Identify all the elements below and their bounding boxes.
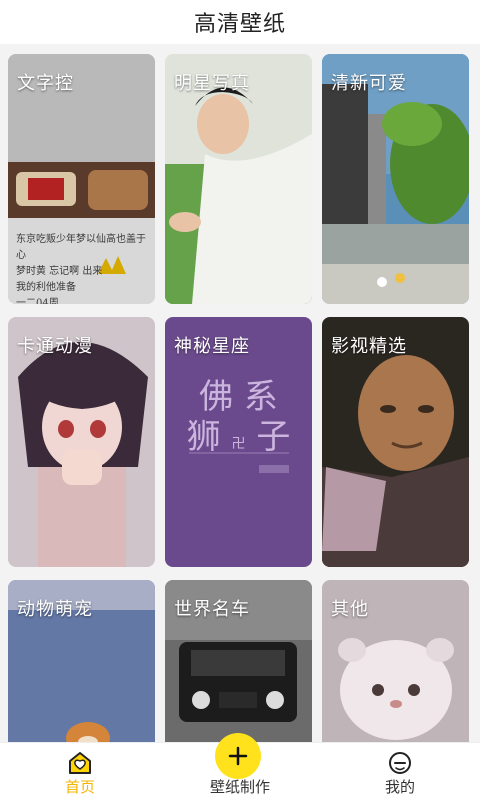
category-card-pets[interactable]: 动物萌宠: [8, 580, 155, 742]
category-card-cartoon-anime[interactable]: 卡通动漫: [8, 317, 155, 567]
tab-mine[interactable]: 我的: [320, 743, 480, 800]
category-card-other[interactable]: 其他: [322, 580, 469, 742]
category-card-film[interactable]: 影视精选: [322, 317, 469, 567]
tab-home[interactable]: 首页: [0, 743, 160, 800]
category-card-text[interactable]: 文字控 东京吃贩少年梦以仙高也盖于心 梦时黄 忘记啊 出来 我的利他准备 一二0…: [8, 54, 155, 304]
title-bar: 高清壁纸: [0, 0, 480, 44]
script-line: 东京吃贩少年梦以仙高也盖于心: [16, 234, 146, 261]
category-label: 清新可爱: [331, 73, 407, 94]
zodiac-char: 佛: [199, 377, 234, 417]
tab-home-label: 首页: [64, 778, 95, 796]
page-title: 高清壁纸: [193, 12, 286, 37]
tab-make-wallpaper[interactable]: 壁纸制作: [160, 733, 320, 800]
category-label: 动物萌宠: [17, 599, 93, 620]
category-label: 影视精选: [331, 336, 407, 357]
face-icon: [389, 752, 411, 774]
tab-make-label: 壁纸制作: [209, 778, 270, 796]
zodiac-char: 系: [243, 377, 278, 417]
category-label: 文字控: [17, 73, 74, 94]
category-card-zodiac[interactable]: 神秘星座 佛 系 狮 卍 子: [165, 317, 312, 567]
zodiac-char: 狮: [186, 417, 221, 457]
category-label: 世界名车: [174, 599, 250, 620]
bottom-tab-bar: 首页 壁纸制作 我的: [0, 733, 480, 800]
script-line: 我的利他准备: [16, 282, 76, 293]
calligraphy-text: 东京吃贩少年梦以仙高也盖于心 梦时黄 忘记啊 出来 我的利他准备 一二04周: [16, 232, 146, 304]
make-wallpaper-button[interactable]: [215, 733, 261, 779]
category-label: 明星写真: [174, 73, 250, 94]
home-heart-icon: [69, 752, 91, 774]
category-label: 卡通动漫: [17, 336, 93, 357]
zodiac-art-text: 佛 系 狮 卍 子: [165, 377, 312, 464]
zodiac-char: 卍: [231, 436, 246, 452]
category-label: 其他: [331, 599, 369, 620]
category-label: 神秘星座: [174, 336, 250, 357]
plus-icon: [228, 746, 248, 766]
script-line: 一二04周: [16, 298, 59, 304]
category-card-fresh-cute[interactable]: 清新可爱: [322, 54, 469, 304]
script-line: 梦时黄 忘记啊 出来: [16, 266, 103, 277]
category-card-cars[interactable]: 世界名车: [165, 580, 312, 742]
category-card-celebrity[interactable]: 明星写真: [165, 54, 312, 304]
zodiac-char: 子: [256, 417, 291, 457]
category-grid: 文字控 东京吃贩少年梦以仙高也盖于心 梦时黄 忘记啊 出来 我的利他准备 一二0…: [0, 44, 480, 742]
tab-mine-label: 我的: [384, 778, 415, 796]
